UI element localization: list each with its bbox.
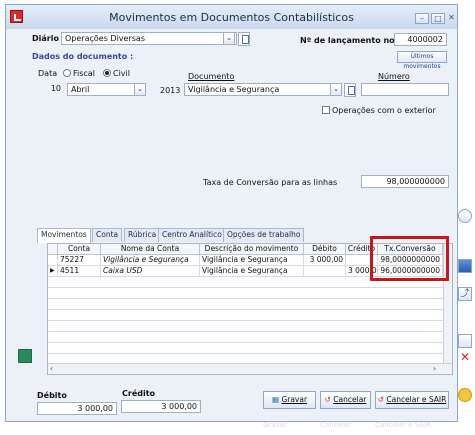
month-dropdown-icon[interactable]: ⌄ xyxy=(134,83,146,96)
scroll-left-icon[interactable]: ‹ xyxy=(50,364,53,373)
data-label: Data xyxy=(38,69,58,78)
numero-label: Número xyxy=(378,72,410,81)
tab-movimentos[interactable]: Movimentos xyxy=(37,228,91,243)
row-selector-header xyxy=(48,244,58,255)
col-conta[interactable]: Conta xyxy=(58,244,101,255)
diario-select[interactable]: Operações Diversas xyxy=(61,32,237,45)
gravar-button[interactable]: ▦ Gravar xyxy=(263,391,316,409)
undo-icon: ↺ xyxy=(324,395,334,404)
operacoes-exterior-label: Operações com o exterior xyxy=(332,106,436,115)
tab-rubrica[interactable]: Rúbrica xyxy=(124,228,161,242)
list-view-icon[interactable] xyxy=(458,259,472,273)
numero-field[interactable] xyxy=(361,83,449,96)
table-cell[interactable] xyxy=(304,266,346,277)
document-icon[interactable] xyxy=(238,32,250,46)
maximize-icon[interactable]: □ xyxy=(431,13,445,24)
cancelar-button[interactable]: ↺ Cancelar xyxy=(320,391,371,409)
grid-view-icon[interactable] xyxy=(18,349,32,363)
reflection-gravar: Gravar xyxy=(263,421,287,429)
scroll-right-icon[interactable]: › xyxy=(433,364,436,373)
documento-select[interactable]: Vigilância e Segurança xyxy=(184,83,342,96)
credito-total-field: 3 000,00 xyxy=(121,400,201,413)
taxa-conversao-field[interactable]: 98,000000000 xyxy=(361,175,449,188)
horizontal-scrollbar[interactable] xyxy=(48,363,452,374)
table-cell[interactable]: 4511 xyxy=(58,266,101,277)
col-descricao[interactable]: Descrição do movimento xyxy=(200,244,304,255)
civil-label: Civil xyxy=(113,69,130,78)
dados-documento-title: Dados do documento : xyxy=(32,52,134,61)
reflection-cancelar: Cancelar xyxy=(320,421,351,429)
chevron-down-icon[interactable]: ⌄ xyxy=(223,32,235,45)
delete-icon[interactable]: ✕ xyxy=(458,351,472,365)
documento-dropdown-icon[interactable]: ⌄ xyxy=(330,83,342,96)
close-icon[interactable]: ✕ xyxy=(447,13,456,24)
empty-rows xyxy=(48,277,443,363)
lancamento-field[interactable]: 4000002 xyxy=(394,33,447,46)
row-selector[interactable] xyxy=(48,255,58,266)
credito-total-label: Crédito xyxy=(122,389,156,398)
table-cell[interactable]: Caixa USD xyxy=(101,266,200,277)
table-cell[interactable]: Vigilância e Segurança xyxy=(200,255,304,266)
main-window: Movimentos em Documentos Contabilísticos… xyxy=(5,4,458,422)
tab-centro-analitico[interactable]: Centro Analítico xyxy=(158,228,226,242)
reflection-cancelar-sair: Cancelar e SAIR xyxy=(375,421,431,429)
save-icon: ▦ xyxy=(271,395,282,404)
debito-total-field: 3 000,00 xyxy=(37,402,117,415)
documento-file-icon[interactable] xyxy=(344,83,356,97)
year-value: 2013 xyxy=(160,86,181,95)
print-icon[interactable] xyxy=(458,209,472,223)
export-icon[interactable]: ⤴ xyxy=(458,287,472,301)
civil-radio[interactable] xyxy=(103,69,111,77)
highlight-box xyxy=(370,236,449,281)
window-title: Movimentos em Documentos Contabilísticos xyxy=(109,11,354,24)
tab-conta[interactable]: Conta xyxy=(92,228,123,242)
table-cell[interactable]: Vigilância e Segurança xyxy=(101,255,200,266)
operacoes-exterior-checkbox[interactable] xyxy=(322,106,330,114)
fiscal-label: Fiscal xyxy=(73,69,95,78)
table-cell[interactable]: 3 000,00 xyxy=(304,255,346,266)
minimize-icon[interactable]: – xyxy=(415,13,429,24)
day-field[interactable]: 10 xyxy=(42,83,64,96)
exit-icon[interactable] xyxy=(458,388,472,402)
documento-label: Documento xyxy=(188,72,235,81)
cancelar-sair-button[interactable]: ↺ Cancelar e SAIR xyxy=(375,391,449,409)
ultimos-movimentos-button[interactable]: Últimos movimentos xyxy=(397,51,447,70)
col-debito[interactable]: Débito xyxy=(304,244,346,255)
table-cell[interactable]: Vigilância e Segurança xyxy=(200,266,304,277)
taxa-conversao-label: Taxa de Conversão para as linhas xyxy=(203,178,338,187)
tab-opcoes-trabalho[interactable]: Opções de trabalho xyxy=(223,228,305,242)
fiscal-radio[interactable] xyxy=(63,69,71,77)
current-row-pointer-icon[interactable]: ▶ xyxy=(48,266,58,277)
col-nome-conta[interactable]: Nome da Conta xyxy=(101,244,200,255)
table-cell[interactable]: 75227 xyxy=(58,255,101,266)
new-document-icon[interactable] xyxy=(458,334,472,348)
diario-label: Diário xyxy=(32,34,59,43)
debito-total-label: Débito xyxy=(37,391,67,400)
title-bar: Movimentos em Documentos Contabilísticos… xyxy=(6,5,457,29)
